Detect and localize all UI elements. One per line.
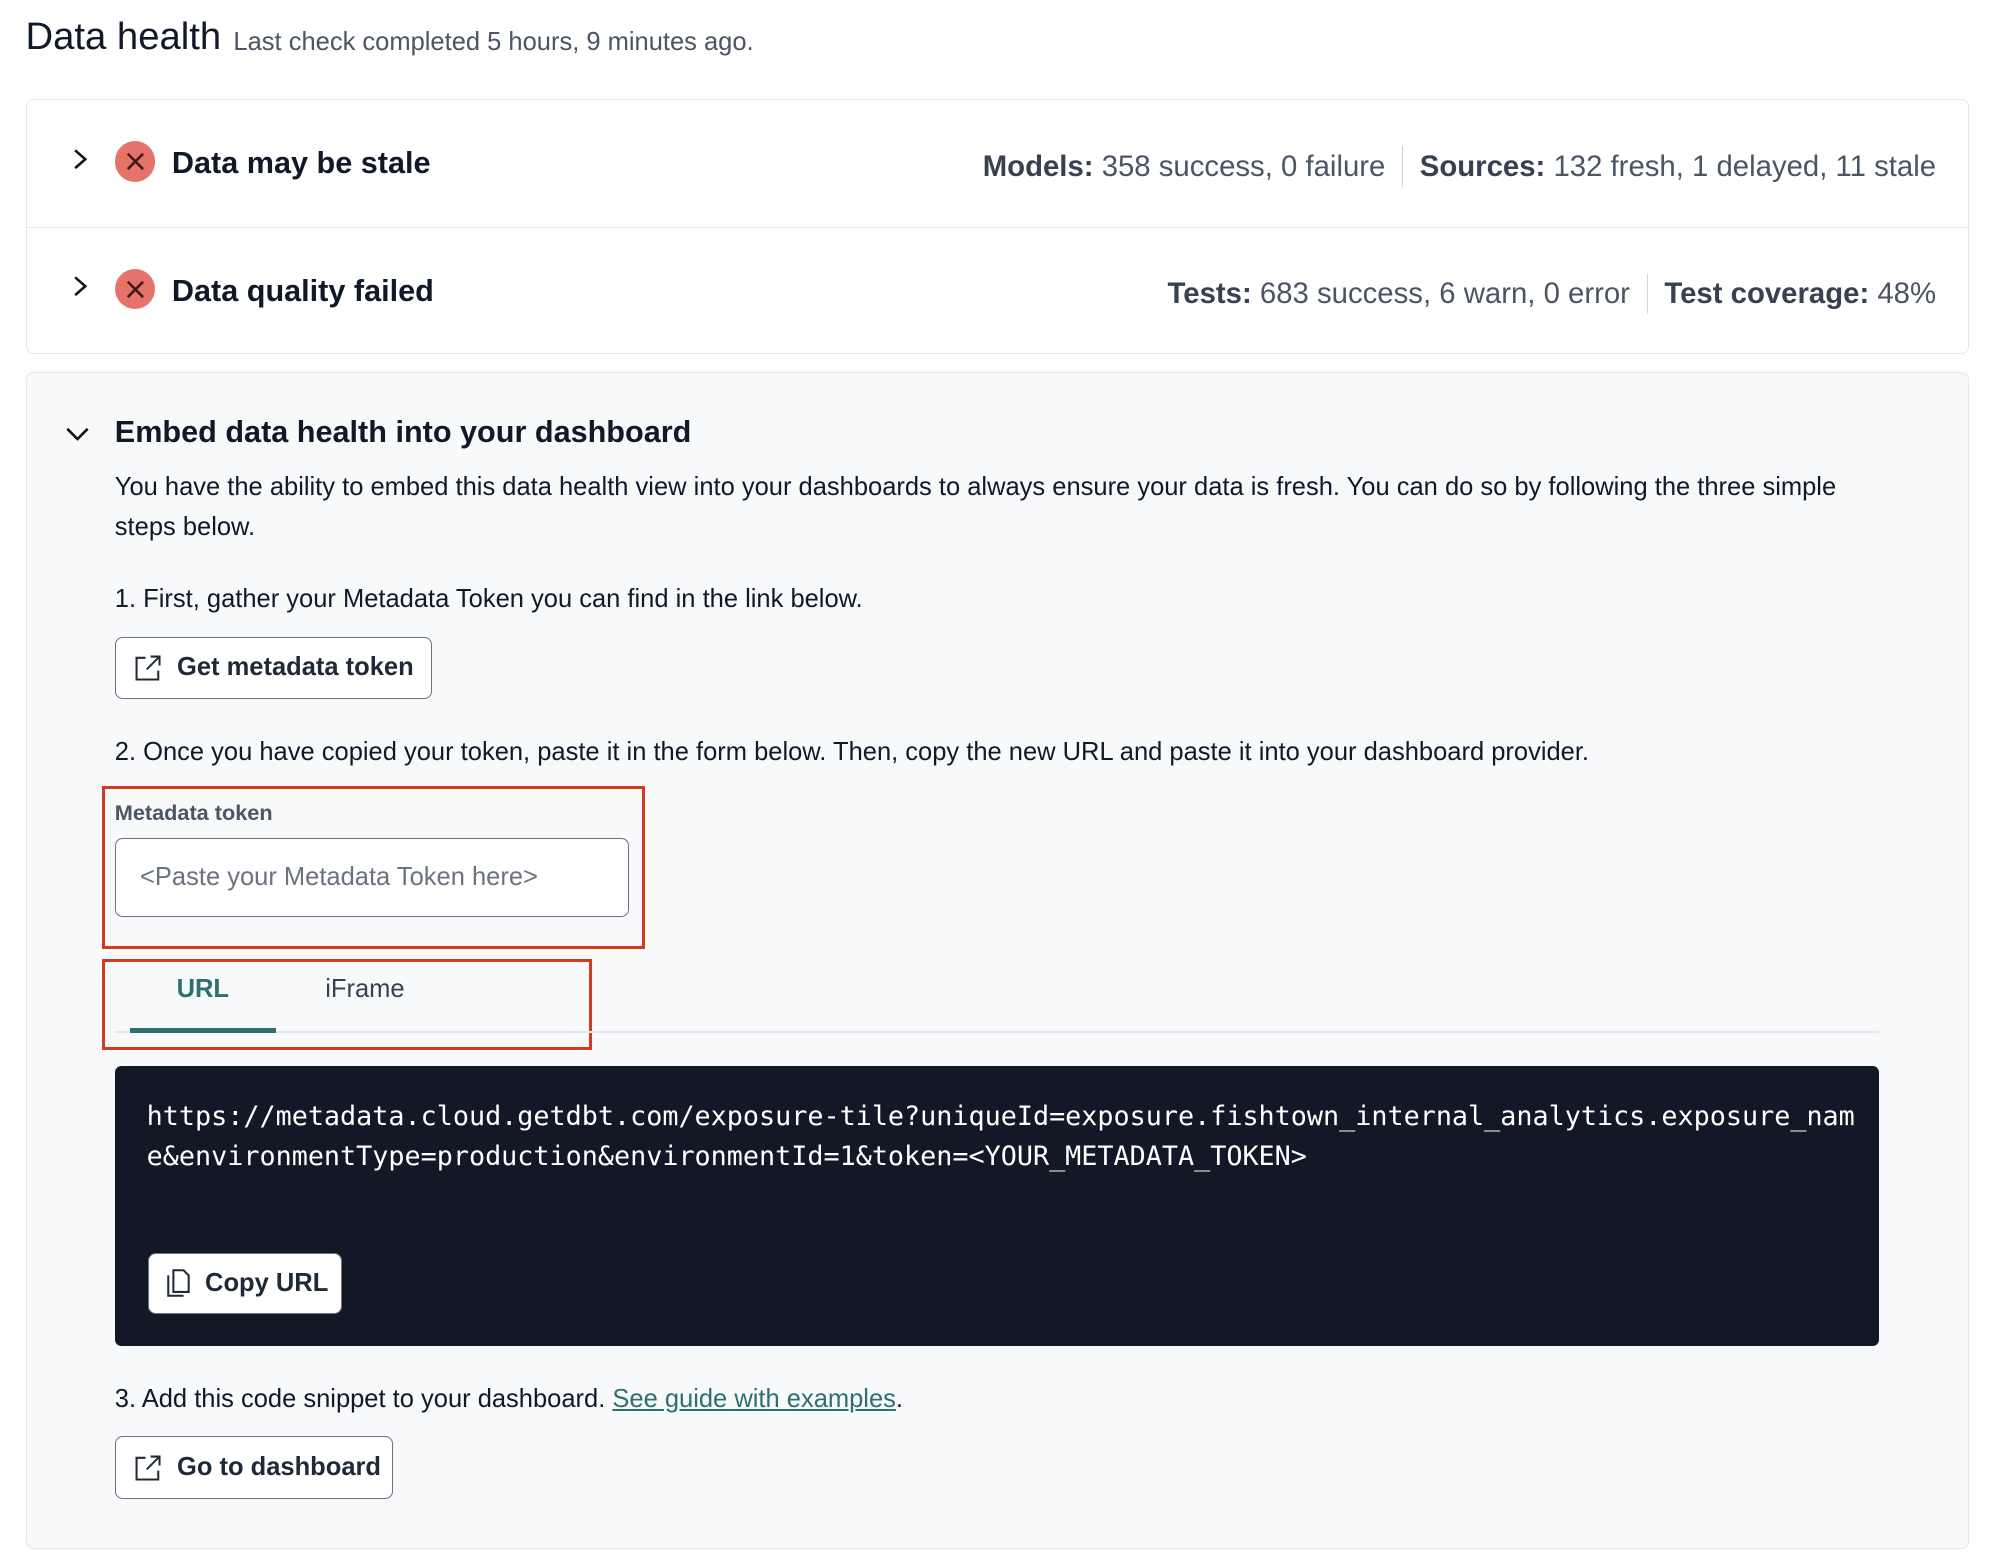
tab-divider <box>114 1030 1879 1034</box>
stat-value: 48% <box>1877 277 1937 311</box>
status-stats: Tests: 683 success, 6 warn, 0 error Test… <box>1167 273 1937 315</box>
step-1-text: 1. First, gather your Metadata Token you… <box>114 585 863 614</box>
embed-heading: Embed data health into your dashboard <box>114 414 692 449</box>
x-circle-icon <box>114 268 156 310</box>
stat-value: 358 success, 0 failure <box>1101 149 1386 183</box>
guide-link[interactable]: See guide with examples <box>612 1385 896 1413</box>
step-3-end: . <box>895 1385 903 1414</box>
highlight-box <box>102 959 592 1050</box>
button-label: Get metadata token <box>177 653 414 682</box>
tab-iframe[interactable]: iFrame <box>325 975 404 1004</box>
chevron-down-icon[interactable] <box>66 425 89 443</box>
tab-url[interactable]: URL <box>130 975 275 1004</box>
external-link-icon <box>135 655 161 681</box>
x-circle-icon <box>114 141 156 183</box>
copy-icon <box>167 1269 190 1298</box>
status-title: Data may be stale <box>171 146 431 181</box>
external-link-icon <box>135 1455 161 1481</box>
stat-label: Test coverage: <box>1664 277 1870 311</box>
divider <box>1401 146 1404 188</box>
code-block: https://metadata.cloud.getdbt.com/exposu… <box>114 1066 1879 1346</box>
embed-url-code: https://metadata.cloud.getdbt.com/exposu… <box>146 1101 1855 1172</box>
button-label: Go to dashboard <box>177 1453 381 1482</box>
active-tab-indicator <box>130 1028 276 1034</box>
stat-label: Models: <box>982 149 1094 183</box>
status-stats: Models: 358 success, 0 failure Sources: … <box>982 146 1937 188</box>
status-card: Data may be stale Models: 358 success, 0… <box>25 99 1969 355</box>
step-3-text: 3. Add this code snippet to your dashboa… <box>115 1380 903 1420</box>
stat-label: Tests: <box>1167 277 1252 311</box>
stat-value: 132 fresh, 1 delayed, 11 stale <box>1553 149 1937 183</box>
stat-value: 683 success, 6 warn, 0 error <box>1259 277 1630 311</box>
embed-intro: You have the ability to embed this data … <box>114 473 1837 541</box>
button-label: Copy URL <box>205 1268 329 1297</box>
status-title: Data quality failed <box>171 273 434 308</box>
chevron-right-icon[interactable] <box>70 149 90 170</box>
chevron-right-icon[interactable] <box>70 276 90 297</box>
last-check-text: Last check completed 5 hours, 9 minutes … <box>233 28 754 57</box>
step-2-text: 2. Once you have copied your token, past… <box>114 738 1590 767</box>
go-to-dashboard-button[interactable]: Go to dashboard <box>114 1436 393 1499</box>
get-metadata-token-button[interactable]: Get metadata token <box>114 636 433 700</box>
page-title: Data health <box>25 15 222 59</box>
copy-url-button[interactable]: Copy URL <box>147 1252 342 1314</box>
status-row-freshness[interactable]: Data may be stale Models: 358 success, 0… <box>27 100 1968 226</box>
status-row-quality[interactable]: Data quality failed Tests: 683 success, … <box>26 226 1968 354</box>
metadata-token-input[interactable] <box>114 838 629 918</box>
stat-label: Sources: <box>1419 149 1546 183</box>
divider <box>1646 273 1648 315</box>
token-label: Metadata token <box>114 799 273 825</box>
step-3-label: 3. Add this code snippet to your dashboa… <box>114 1385 613 1414</box>
